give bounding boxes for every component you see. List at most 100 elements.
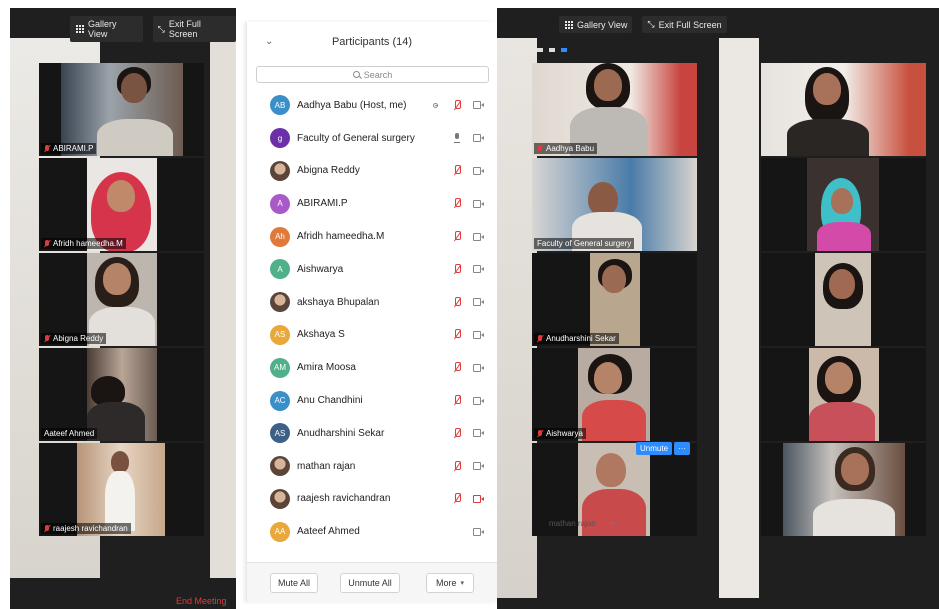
muted-mic-icon[interactable]	[453, 165, 461, 176]
mic-icon[interactable]	[454, 133, 460, 144]
muted-mic-icon	[537, 429, 543, 438]
window-icon[interactable]	[549, 48, 555, 52]
video-tile[interactable]: Anudharshini Sekar	[532, 253, 697, 346]
participant-row[interactable]: g Faculty of General surgery	[247, 122, 498, 155]
participants-title: Participants (14)	[331, 36, 413, 48]
participant-row[interactable]: AA Aateef Ahmed	[247, 515, 498, 548]
video-tile[interactable]: ABIRAMI.P	[39, 63, 204, 156]
video-tile-active-speaker[interactable]: Faculty of General surgery	[532, 158, 697, 251]
muted-mic-icon[interactable]	[453, 427, 461, 439]
muted-mic-icon[interactable]	[453, 362, 461, 373]
avatar	[270, 456, 290, 477]
mute-all-button[interactable]: Mute All	[270, 573, 318, 593]
video-tile[interactable]	[761, 63, 926, 156]
layout-icon[interactable]	[561, 48, 567, 52]
camera-icon[interactable]	[473, 462, 485, 471]
exit-full-screen-label: Exit Full Screen	[168, 19, 201, 39]
camera-icon[interactable]	[473, 265, 485, 274]
avatar: AC	[270, 390, 290, 411]
exit-full-screen-button[interactable]: ⤡ Exit Full Screen	[152, 16, 236, 42]
avatar: AB	[270, 95, 290, 116]
camera-icon[interactable]	[473, 363, 485, 372]
participant-row[interactable]: AC Anu Chandhini	[247, 384, 498, 417]
chevron-down-icon: ▾	[460, 580, 465, 587]
participant-row[interactable]: AS Anudharshini Sekar	[247, 417, 498, 450]
muted-mic-icon[interactable]	[453, 460, 461, 472]
video-tile[interactable]: Aishwarya	[532, 348, 697, 441]
participant-row[interactable]: AM Amira Moosa	[247, 351, 498, 384]
camera-icon[interactable]	[473, 199, 485, 208]
muted-mic-icon[interactable]	[453, 99, 461, 111]
muted-mic-icon[interactable]	[453, 296, 461, 308]
participant-name-label: Aishwarya	[534, 428, 586, 439]
avatar: g	[270, 128, 290, 149]
participant-name-label: Faculty of General surgery	[534, 238, 635, 249]
camera-icon[interactable]	[473, 298, 485, 307]
view-switcher[interactable]	[537, 48, 567, 52]
avatar: AS	[270, 423, 290, 444]
video-tile[interactable]: Afridh hameedha.M	[39, 158, 204, 251]
camera-icon[interactable]	[473, 527, 485, 536]
camera-icon[interactable]	[473, 429, 485, 438]
muted-mic-icon[interactable]	[453, 198, 461, 209]
participant-row[interactable]: A ABIRAMI.P	[247, 187, 498, 220]
end-meeting-button[interactable]: End Meeting	[176, 596, 227, 606]
grid-icon	[75, 25, 84, 34]
participant-name: Anu Chandhini	[297, 395, 363, 407]
video-tile[interactable]	[761, 253, 926, 346]
more-options-button[interactable]: ···	[674, 442, 691, 455]
participants-panel: ⌄ Participants (14) Search AB Aadhya Babu…	[246, 22, 497, 602]
participant-row[interactable]: Ah Afridh hameedha.M	[247, 220, 498, 253]
more-button[interactable]: More ▾	[426, 573, 474, 593]
participant-name: mathan rajan	[297, 460, 356, 472]
camera-icon[interactable]	[473, 166, 485, 175]
video-tile[interactable]	[761, 443, 926, 536]
muted-mic-icon[interactable]	[453, 263, 461, 275]
gallery-view-button[interactable]: Gallery View	[559, 16, 633, 33]
video-tile[interactable]: Aadhya Babu	[532, 63, 697, 156]
participant-name: Aishwarya	[297, 263, 344, 275]
participant-row[interactable]: AB Aadhya Babu (Host, me)	[247, 89, 498, 122]
video-tile[interactable]: raajesh ravichandran	[39, 443, 204, 536]
unmute-all-button[interactable]: Unmute All	[340, 573, 400, 593]
video-tile-column: ABIRAMI.P Afridh hameedha.M Abigna Reddy…	[39, 63, 204, 536]
participant-name-label: Afridh hameedha.M	[41, 238, 126, 249]
camera-icon[interactable]	[473, 232, 485, 241]
participant-name: Abigna Reddy	[297, 165, 360, 177]
video-tile[interactable]: Aateef Ahmed	[39, 348, 204, 441]
muted-mic-icon[interactable]	[453, 231, 461, 242]
participant-row[interactable]: akshaya Bhupalan	[247, 286, 498, 319]
minimize-icon[interactable]	[537, 48, 543, 52]
camera-icon[interactable]	[473, 396, 485, 405]
video-tile[interactable]	[761, 158, 926, 251]
scroll-down-chevron-icon[interactable]: ⌄	[609, 516, 617, 527]
exit-full-screen-button[interactable]: ⤡ Exit Full Screen	[642, 16, 727, 33]
muted-mic-icon[interactable]	[453, 493, 461, 504]
participant-name: Aadhya Babu (Host, me)	[297, 99, 407, 111]
camera-icon[interactable]	[473, 101, 485, 110]
participant-name: Aateef Ahmed	[297, 526, 360, 538]
camera-icon[interactable]	[473, 134, 485, 143]
exit-fullscreen-icon: ⤡	[157, 23, 165, 34]
unmute-button[interactable]: Unmute	[636, 442, 673, 455]
participant-row[interactable]: Abigna Reddy	[247, 155, 498, 188]
camera-off-icon[interactable]	[473, 494, 485, 503]
participant-row[interactable]: mathan rajan	[247, 450, 498, 483]
participant-name: Akshaya S	[297, 329, 345, 341]
participant-row[interactable]: A Aishwarya	[247, 253, 498, 286]
camera-icon[interactable]	[473, 330, 485, 339]
muted-mic-icon	[44, 334, 50, 343]
muted-mic-icon	[44, 144, 50, 153]
participant-name: Faculty of General surgery	[297, 132, 415, 144]
muted-mic-icon[interactable]	[453, 329, 461, 340]
room-background	[497, 38, 537, 598]
gallery-view-button[interactable]: Gallery View	[70, 16, 143, 42]
participant-row[interactable]: raajesh ravichandran	[247, 483, 498, 516]
participant-row[interactable]: AS Akshaya S	[247, 319, 498, 352]
participant-search-input[interactable]: Search	[256, 66, 489, 83]
video-tile[interactable]	[761, 348, 926, 441]
avatar: A	[270, 259, 290, 280]
video-tile[interactable]: Abigna Reddy	[39, 253, 204, 346]
muted-mic-icon[interactable]	[453, 395, 461, 406]
avatar: AM	[270, 357, 290, 378]
